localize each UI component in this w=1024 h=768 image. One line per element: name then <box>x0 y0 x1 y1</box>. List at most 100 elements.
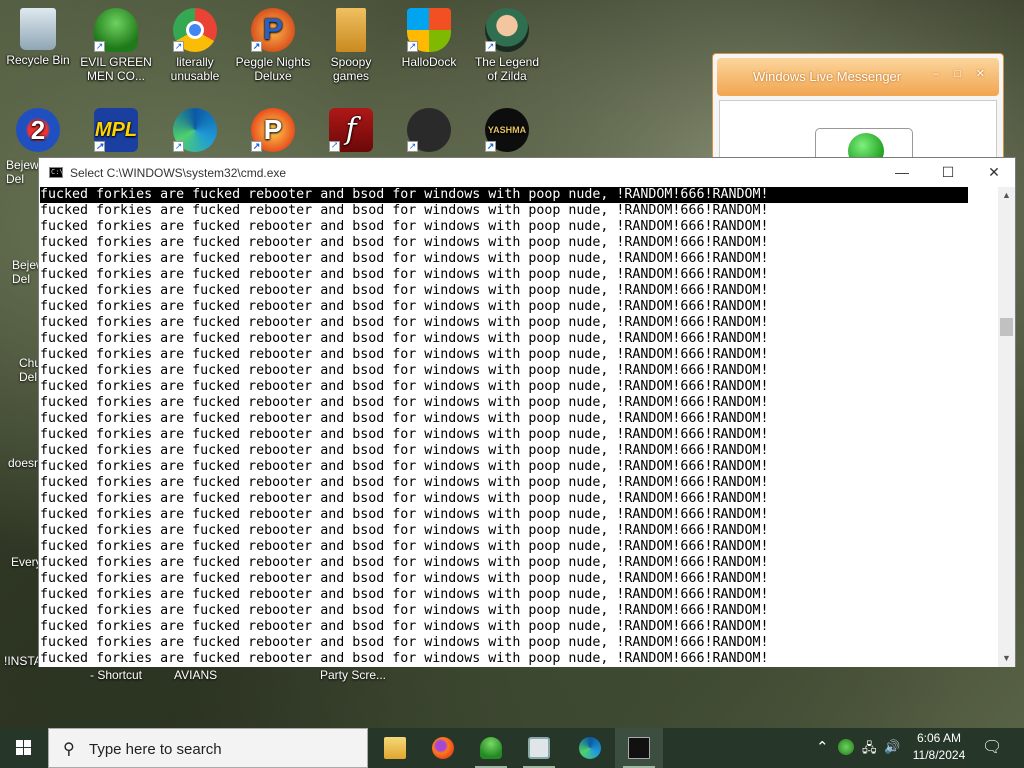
desktop-label-avians[interactable]: AVIANS <box>174 668 217 682</box>
desktop-label-party[interactable]: Party Scre... <box>320 668 386 682</box>
messenger-window-controls[interactable]: ‒ □ ✕ <box>933 67 991 80</box>
desktop-icon-evil-green-men[interactable]: ↗ EVIL GREEN MEN CO... <box>78 8 154 83</box>
cmd-window[interactable]: C:\ Select C:\WINDOWS\system32\cmd.exe —… <box>38 157 1016 667</box>
console-line[interactable]: fucked forkies are fucked rebooter and b… <box>40 267 999 283</box>
desktop-icon-literally-unusable[interactable]: ↗ literally unusable <box>157 8 233 83</box>
console-line[interactable]: fucked forkies are fucked rebooter and b… <box>40 523 999 539</box>
console-line[interactable]: fucked forkies are fucked rebooter and b… <box>40 619 999 635</box>
console-line[interactable]: fucked forkies are fucked rebooter and b… <box>40 555 999 571</box>
taskbar-edge[interactable] <box>566 728 614 768</box>
desktop-icon-bejeweled-2[interactable]: 2 <box>0 108 76 155</box>
desktop-icon-yashma[interactable]: YASHMA ↗ <box>469 108 545 155</box>
console-line[interactable]: fucked forkies are fucked rebooter and b… <box>40 283 999 299</box>
console-line[interactable]: fucked forkies are fucked rebooter and b… <box>40 331 999 347</box>
console-line[interactable]: fucked forkies are fucked rebooter and b… <box>40 443 999 459</box>
desktop-icon-label: Recycle Bin <box>6 53 70 67</box>
notification-icon[interactable]: 🗨 <box>982 737 1002 757</box>
taskbar-app-window[interactable] <box>515 728 563 768</box>
console-line[interactable]: fucked forkies are fucked rebooter and b… <box>40 507 999 523</box>
desktop-label-insta[interactable]: !INSTA <box>4 654 42 668</box>
tray-messenger-icon[interactable] <box>838 739 854 755</box>
desktop-icon-legend-of-zilda[interactable]: ↗ The Legend of Zilda <box>469 8 545 83</box>
desktop-icon-spoopy-games[interactable]: Spoopy games <box>313 8 389 83</box>
console-line[interactable]: fucked forkies are fucked rebooter and b… <box>40 299 999 315</box>
desktop-icon-label: HalloDock <box>401 55 457 69</box>
taskbar-messenger[interactable] <box>467 728 515 768</box>
peggle-icon: P ↗ <box>251 8 295 52</box>
console-line[interactable]: fucked forkies are fucked rebooter and b… <box>40 395 999 411</box>
desktop-icon-flash[interactable]: f ↗ <box>313 108 389 155</box>
volume-icon[interactable]: 🔊 <box>884 739 900 755</box>
start-button[interactable] <box>0 728 48 768</box>
tray-overflow-chevron-icon[interactable]: ⌃ <box>816 738 829 756</box>
desktop-icon-mpl[interactable]: MPL ↗ <box>78 108 154 155</box>
console-line[interactable]: fucked forkies are fucked rebooter and b… <box>40 571 999 587</box>
desktop-label-bejeweled-1[interactable]: Bejew Del <box>6 158 39 186</box>
messenger-people-icon <box>480 737 502 759</box>
maximize-button[interactable]: ☐ <box>925 158 971 187</box>
close-button[interactable]: ✕ <box>971 158 1017 187</box>
green-men-icon: ↗ <box>94 8 138 52</box>
console-line[interactable]: fucked forkies are fucked rebooter and b… <box>40 587 999 603</box>
desktop-icon-hallodock[interactable]: ↗ HalloDock <box>391 8 467 69</box>
desktop-icon-label: literally unusable <box>170 55 220 83</box>
cmd-title: Select C:\WINDOWS\system32\cmd.exe <box>70 166 287 180</box>
desktop-icon-label: Peggle Nights Deluxe <box>235 55 311 83</box>
console-line[interactable]: fucked forkies are fucked rebooter and b… <box>40 251 999 267</box>
console-line[interactable]: fucked forkies are fucked rebooter and b… <box>40 539 999 555</box>
folder-icon <box>336 8 366 52</box>
scroll-down-arrow-icon[interactable]: ▼ <box>998 650 1015 667</box>
shortcut-arrow-icon: ↗ <box>329 141 340 152</box>
shield-program-icon: ↗ <box>407 108 451 152</box>
console-line[interactable]: fucked forkies are fucked rebooter and b… <box>40 411 999 427</box>
taskbar-firefox[interactable] <box>419 728 467 768</box>
messenger-window[interactable]: Windows Live Messenger ‒ □ ✕ <box>712 53 1004 169</box>
console-line[interactable]: fucked forkies are fucked rebooter and b… <box>40 475 999 491</box>
bejeweled-icon: 2 <box>16 108 60 152</box>
minimize-button[interactable]: — <box>879 158 925 187</box>
console-line[interactable]: fucked forkies are fucked rebooter and b… <box>40 203 999 219</box>
console-line[interactable]: fucked forkies are fucked rebooter and b… <box>40 491 999 507</box>
desktop-icon-peggle-deluxe[interactable]: P ↗ <box>235 108 311 155</box>
shortcut-arrow-icon: ↗ <box>251 141 262 152</box>
messenger-titlebar[interactable]: Windows Live Messenger ‒ □ ✕ <box>717 58 999 96</box>
console-line[interactable]: fucked forkies are fucked rebooter and b… <box>40 347 999 363</box>
scroll-thumb[interactable] <box>1000 318 1013 336</box>
taskbar-search-box[interactable]: ⚲ Type here to search <box>48 728 368 768</box>
desktop-icon-shield-app[interactable]: ↗ <box>391 108 467 155</box>
desktop-label-shortcut[interactable]: - Shortcut <box>90 668 142 682</box>
desktop-icon-label: EVIL GREEN MEN CO... <box>80 55 152 83</box>
shortcut-arrow-icon: ↗ <box>485 41 496 52</box>
console-line[interactable]: fucked forkies are fucked rebooter and b… <box>40 651 999 667</box>
desktop-icon-edge[interactable]: ↗ <box>157 108 233 155</box>
desktop-icon-recycle-bin[interactable]: Recycle Bin <box>0 8 76 67</box>
terminal-icon <box>628 737 650 759</box>
network-icon[interactable]: 🖧 <box>862 739 877 761</box>
console-line[interactable]: fucked forkies are fucked rebooter and b… <box>40 459 999 475</box>
console-line[interactable]: fucked forkies are fucked rebooter and b… <box>40 603 999 619</box>
cmd-titlebar[interactable]: C:\ Select C:\WINDOWS\system32\cmd.exe —… <box>39 158 1015 187</box>
search-placeholder: Type here to search <box>89 741 222 758</box>
console-line[interactable]: fucked forkies are fucked rebooter and b… <box>40 635 999 651</box>
cmd-scrollbar[interactable]: ▲ ▼ <box>998 187 1015 667</box>
console-line-selected[interactable]: fucked forkies are fucked rebooter and b… <box>40 187 968 203</box>
console-line[interactable]: fucked forkies are fucked rebooter and b… <box>40 235 999 251</box>
console-line[interactable]: fucked forkies are fucked rebooter and b… <box>40 219 999 235</box>
taskbar-cmd[interactable] <box>615 728 663 768</box>
messenger-body <box>719 100 997 169</box>
scroll-up-arrow-icon[interactable]: ▲ <box>998 187 1015 204</box>
console-line[interactable]: fucked forkies are fucked rebooter and b… <box>40 379 999 395</box>
console-output[interactable]: fucked forkies are fucked rebooter and b… <box>39 187 999 667</box>
messenger-title: Windows Live Messenger <box>753 69 902 84</box>
desktop-icon-label: The Legend of Zilda <box>474 55 540 83</box>
desktop-label-doesn[interactable]: doesn <box>8 456 41 470</box>
yashma-icon: YASHMA ↗ <box>485 108 529 152</box>
desktop-icon-peggle-nights[interactable]: P ↗ Peggle Nights Deluxe <box>235 8 311 83</box>
shortcut-arrow-icon: ↗ <box>485 141 496 152</box>
taskbar-clock[interactable]: 6:06 AM 11/8/2024 <box>904 730 974 764</box>
console-line[interactable]: fucked forkies are fucked rebooter and b… <box>40 315 999 331</box>
taskbar-file-explorer[interactable] <box>371 728 419 768</box>
console-line[interactable]: fucked forkies are fucked rebooter and b… <box>40 363 999 379</box>
console-line[interactable]: fucked forkies are fucked rebooter and b… <box>40 427 999 443</box>
clock-date: 11/8/2024 <box>912 748 966 762</box>
